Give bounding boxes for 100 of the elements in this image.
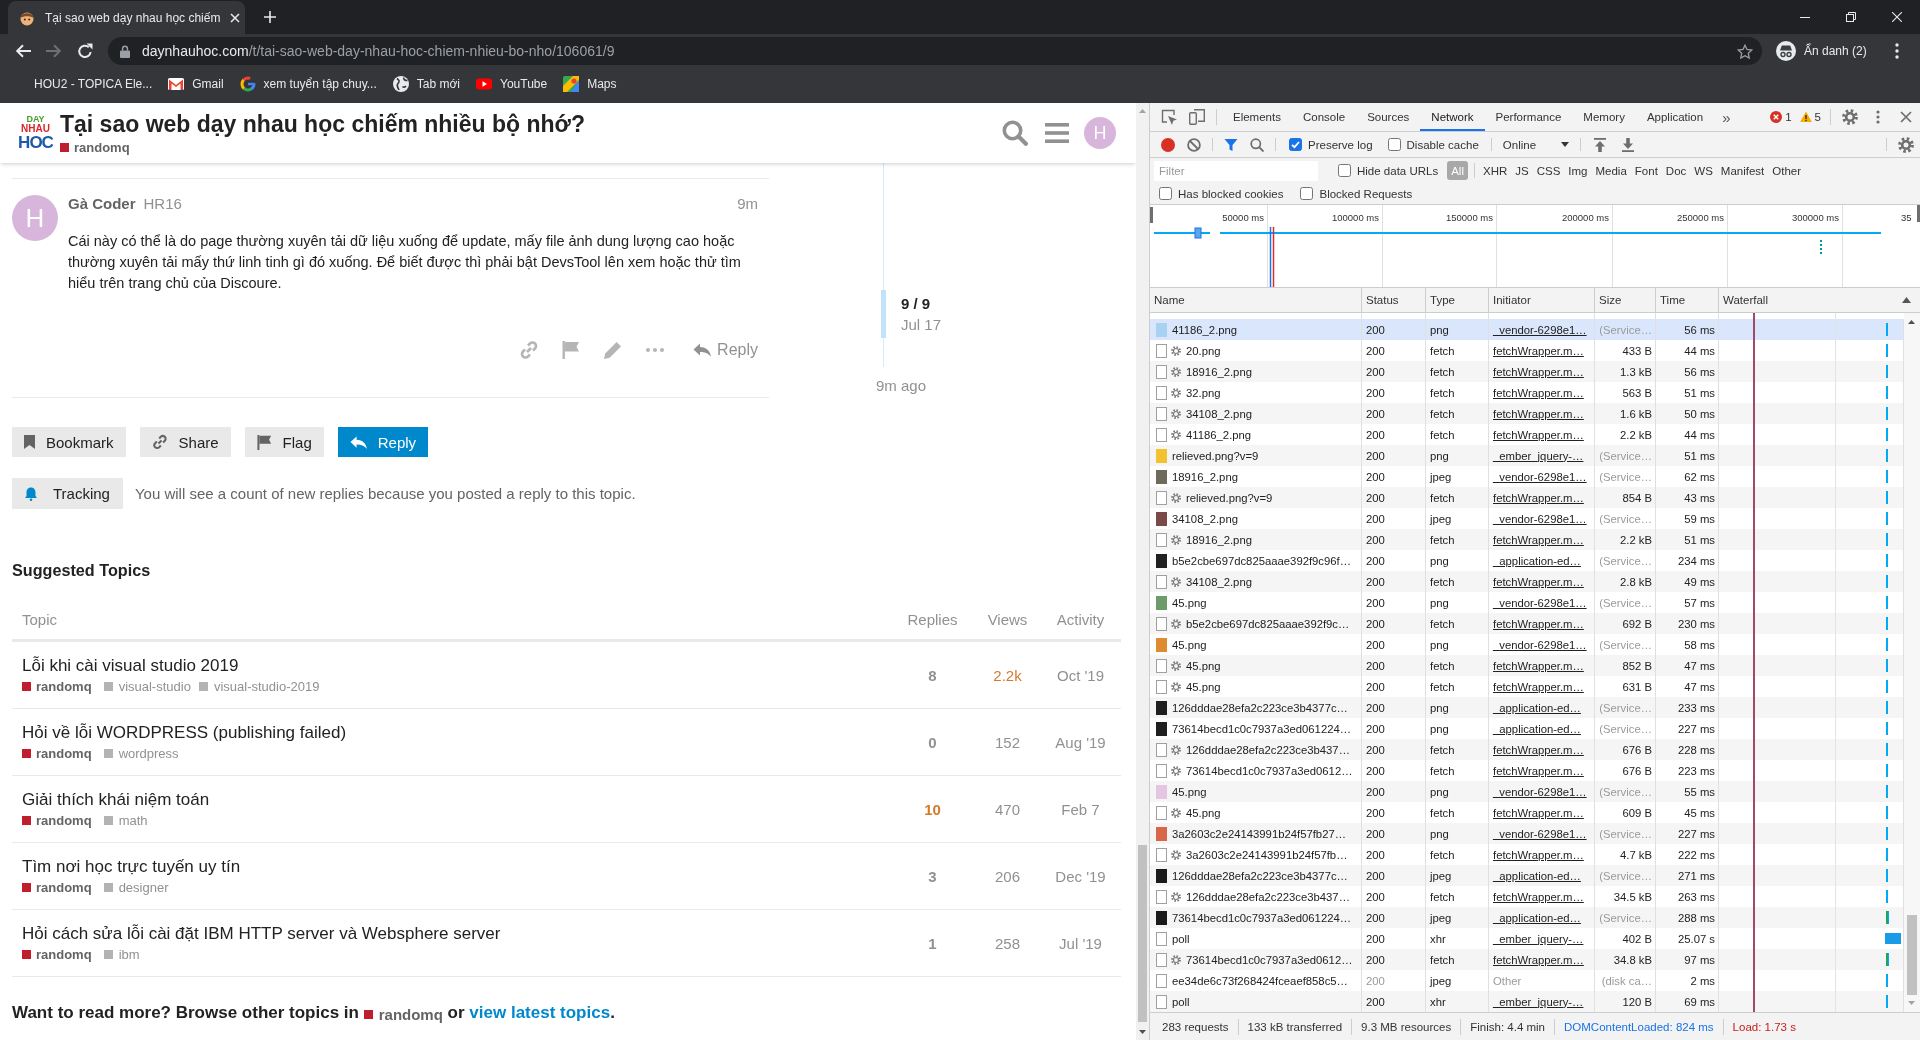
menu-icon[interactable] [1895,43,1899,59]
request-row[interactable]: 126dddae28efa2c223ce3b4377c… 200 png _application-ed… (Service… 233 ms [1150,697,1904,718]
initiator-link[interactable]: fetchWrapper.m… [1493,806,1584,819]
initiator-link[interactable]: fetchWrapper.m… [1493,953,1584,966]
author-name[interactable]: Gà Coder [68,194,136,212]
topic-action-button[interactable]: Flag [244,427,324,457]
overview-handle[interactable] [1917,205,1920,222]
address-field[interactable]: daynhauhoc.com/t/tai-sao-web-day-nhau-hoc-chiem-nhieu-bo-nho/106061/9 [108,37,1762,65]
browser-tab[interactable]: Tại sao web dạy nhau học chiếm [8,1,245,34]
settings-icon[interactable] [1898,136,1914,153]
scroll-up-arrow-icon[interactable] [1908,320,1915,324]
type-filter-button[interactable]: Doc [1661,161,1691,180]
devtools-tab[interactable]: Application [1635,103,1715,131]
checkbox[interactable] [1387,138,1401,151]
column-header[interactable]: Waterfall [1719,288,1920,312]
initiator-link[interactable]: _ember_jquery-… [1493,449,1584,462]
throttling-dropdown[interactable]: Online [1496,132,1575,157]
type-filter-button[interactable]: Font [1630,161,1662,180]
checkbox[interactable] [1289,138,1302,151]
category-link[interactable]: randomq [22,946,92,963]
more-vertical-icon[interactable] [1876,110,1880,124]
topic-action-button[interactable]: Reply [337,427,429,457]
category-link[interactable]: randomq [60,140,130,155]
topic-action-button[interactable]: Bookmark [12,427,126,457]
initiator-link[interactable]: fetchWrapper.m… [1493,848,1584,861]
request-row[interactable]: 126dddae28efa2c223ce3b437… 200 fetch fetchWrapper.m… 676 B 228 ms [1150,739,1904,760]
bookmark-item[interactable]: YouTube [468,70,556,98]
column-header[interactable]: Type [1426,288,1489,312]
checkbox[interactable] [1159,187,1172,200]
checkbox[interactable] [1300,187,1314,200]
topic-link[interactable]: Giải thích khái niệm toán [22,789,210,810]
initiator-link[interactable]: _application-ed… [1493,911,1581,924]
warning-count-button[interactable]: 5 [1795,103,1825,131]
scrollbar-thumb[interactable] [1907,915,1917,995]
search-icon[interactable] [1002,120,1028,146]
initiator-link[interactable]: fetchWrapper.m… [1493,365,1584,378]
initiator-link[interactable]: fetchWrapper.m… [1493,617,1584,630]
initiator-link[interactable]: fetchWrapper.m… [1493,407,1584,420]
timeline-handle[interactable] [881,290,886,338]
bookmark-item[interactable]: Tab mới [384,70,468,98]
initiator-link[interactable]: _ember_jquery-… [1493,932,1584,945]
checkbox-label[interactable]: Has blocked cookies [1178,187,1284,200]
devtools-tab[interactable]: Performance [1484,103,1573,131]
restore-icon[interactable] [1846,12,1856,22]
scrollbar-thumb[interactable] [1138,845,1147,1022]
request-row[interactable]: 34108_2.png 200 fetch fetchWrapper.m… 1.6 kB 50 ms [1150,403,1904,424]
topic-link[interactable]: Lỗi khi cài visual studio 2019 [22,655,239,676]
filter-icon[interactable] [1224,137,1238,152]
devices-icon[interactable] [1189,109,1205,125]
devtools-tab[interactable]: Console [1291,103,1357,131]
initiator-link[interactable]: _application-ed… [1493,554,1581,567]
bookmark-item[interactable]: HOU2 - TOPICA Ele... [26,70,161,98]
category-link[interactable]: randomq [22,812,92,829]
checkbox[interactable] [1338,164,1351,177]
checkbox-label[interactable]: Preserve log [1308,138,1373,151]
initiator-link[interactable]: fetchWrapper.m… [1493,386,1584,399]
initiator-link[interactable]: _ember_jquery-… [1493,995,1584,1008]
record-icon[interactable] [1161,137,1175,152]
initiator-link[interactable]: fetchWrapper.m… [1493,344,1584,357]
initiator-link[interactable]: _vendor-6298e1… [1493,596,1587,609]
topic-link[interactable]: Tìm nơi học trực tuyến uy tín [22,856,241,877]
initiator-link[interactable]: _vendor-6298e1… [1493,470,1587,483]
column-header[interactable]: Name [1150,288,1362,312]
column-header[interactable]: Time [1656,288,1719,312]
type-filter-button[interactable]: CSS [1532,161,1565,180]
request-row[interactable]: 73614becd1c0c7937a3ed0612… 200 fetch fetchWrapper.m… 34.8 kB 97 ms [1150,949,1904,970]
arrow-left-icon[interactable] [14,44,31,58]
initiator-link[interactable]: fetchWrapper.m… [1493,890,1584,903]
initiator-link[interactable]: _application-ed… [1493,869,1581,882]
checkbox-label[interactable]: Disable cache [1406,138,1479,151]
reload-icon[interactable] [76,43,93,59]
request-row[interactable]: 18916_2.png 200 fetch fetchWrapper.m… 2.2 kB 51 ms [1150,529,1904,550]
initiator-link[interactable]: _vendor-6298e1… [1493,512,1587,525]
bookmark-item[interactable]: Maps [555,70,625,98]
type-filter-button[interactable]: Img [1564,161,1592,180]
initiator-link[interactable]: fetchWrapper.m… [1493,428,1584,441]
type-filter-button[interactable]: WS [1690,161,1717,180]
type-filter-button[interactable]: XHR [1478,161,1512,180]
initiator-link[interactable]: fetchWrapper.m… [1493,659,1584,672]
profile-button[interactable]: Ẩn danh (2) [1770,37,1873,65]
type-filter-button[interactable]: JS [1511,161,1533,180]
initiator-link[interactable]: _vendor-6298e1… [1493,638,1587,651]
type-filter-button[interactable]: Manifest [1716,161,1769,180]
bookmark-item[interactable]: xem tuyển tập chuy... [231,70,385,98]
download-icon[interactable] [1621,137,1634,152]
initiator-link[interactable]: fetchWrapper.m… [1493,764,1584,777]
request-row[interactable]: 3a2603c2e24143991b24f57fb27… 200 png _vendor-6298e1… (Service… 227 ms [1150,823,1904,844]
topic-action-button[interactable]: Share [139,427,231,457]
checkbox-label[interactable]: Blocked Requests [1319,187,1413,200]
search-icon[interactable] [1250,137,1264,152]
star-icon[interactable] [1737,43,1753,59]
settings-icon[interactable] [1842,109,1858,125]
initiator-link[interactable]: fetchWrapper.m… [1493,743,1584,756]
column-header[interactable]: Initiator [1489,288,1595,312]
category-link[interactable]: randomq [22,745,92,762]
type-filter-button[interactable]: Other [1768,161,1806,180]
initiator-link[interactable]: fetchWrapper.m… [1493,575,1584,588]
initiator-link[interactable]: fetchWrapper.m… [1493,491,1584,504]
devtools-tab[interactable]: Elements [1222,103,1292,131]
column-header[interactable]: Size [1595,288,1656,312]
